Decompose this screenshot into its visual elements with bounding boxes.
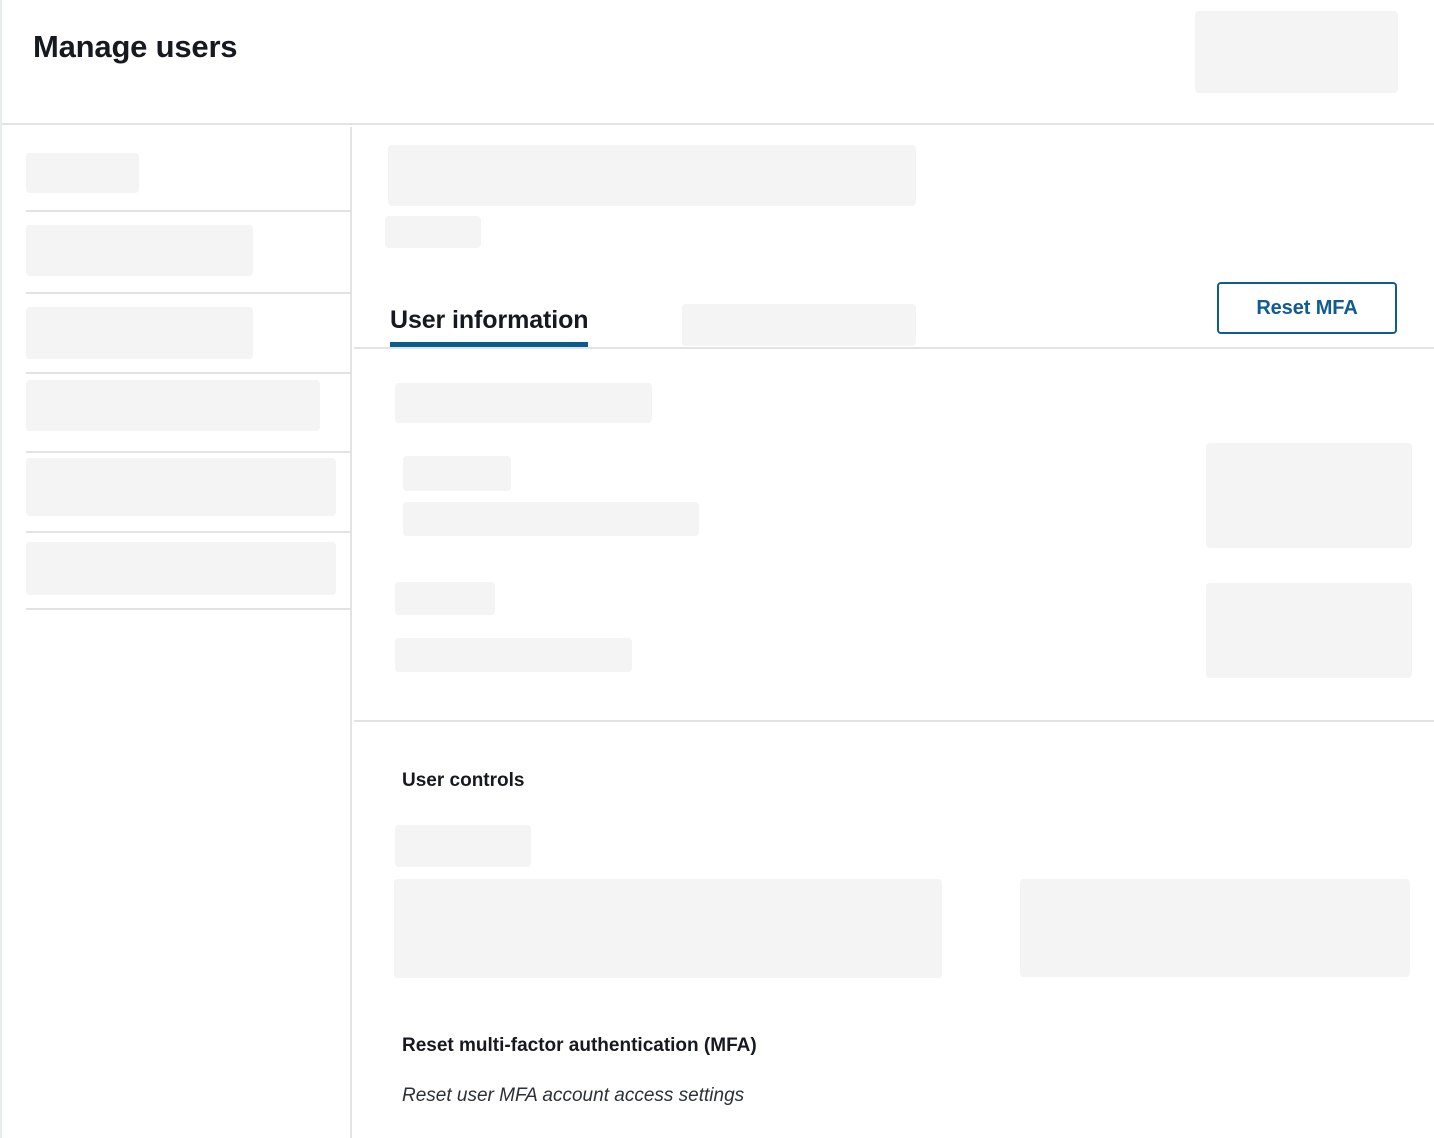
main-content: User information User controls Reset mul… [354, 127, 1434, 1138]
sidebar-item-skeleton [26, 153, 139, 193]
sidebar-item-skeleton [26, 225, 253, 276]
sidebar-item-skeleton [26, 542, 336, 595]
user-controls-heading: User controls [402, 770, 525, 791]
subtitle-skeleton [385, 216, 481, 248]
user-information-panel [354, 349, 1434, 722]
field-value-skeleton [403, 502, 699, 536]
tab-user-information-label: User information [390, 306, 589, 334]
action-skeleton-2[interactable] [1206, 583, 1412, 678]
reset-mfa-description: Reset user MFA account access settings [402, 1085, 745, 1106]
sidebar-divider [26, 608, 352, 610]
header-action-skeleton [1195, 11, 1398, 93]
sidebar-item-skeleton [26, 307, 253, 359]
manage-users-page: Manage users User information User contr… [0, 0, 1434, 1138]
control-label-skeleton [395, 825, 531, 867]
field-name-skeleton [403, 456, 511, 491]
reset-mfa-row: Reset multi-factor authentication (MFA) … [354, 1011, 1434, 1138]
sidebar-item-4[interactable] [2, 374, 352, 453]
sidebar-item-3[interactable] [2, 294, 352, 374]
tab-user-information[interactable]: User information [390, 301, 589, 349]
sidebar-item-2[interactable] [2, 212, 352, 294]
breadcrumb-skeleton [388, 145, 916, 206]
field-label-skeleton [395, 383, 652, 423]
control-action-skeleton[interactable] [1020, 879, 1410, 977]
sidebar-item-skeleton [26, 380, 320, 431]
reset-mfa-button[interactable]: Reset MFA [1217, 282, 1397, 334]
sidebar [2, 127, 352, 1138]
field-value-2-skeleton [395, 638, 632, 672]
sidebar-item-skeleton [26, 458, 336, 516]
page-header: Manage users [2, 0, 1434, 125]
sidebar-item-6[interactable] [2, 533, 352, 610]
reset-mfa-title: Reset multi-factor authentication (MFA) [402, 1035, 757, 1056]
sidebar-item-5[interactable] [2, 453, 352, 533]
field-label-2-skeleton [395, 582, 495, 615]
tab-selected-indicator [390, 342, 589, 347]
tab-secondary-skeleton[interactable] [682, 304, 916, 346]
action-skeleton-1[interactable] [1206, 443, 1412, 548]
control-body-skeleton [394, 879, 942, 978]
sidebar-item-1[interactable] [2, 127, 352, 212]
page-title: Manage users [33, 29, 238, 64]
